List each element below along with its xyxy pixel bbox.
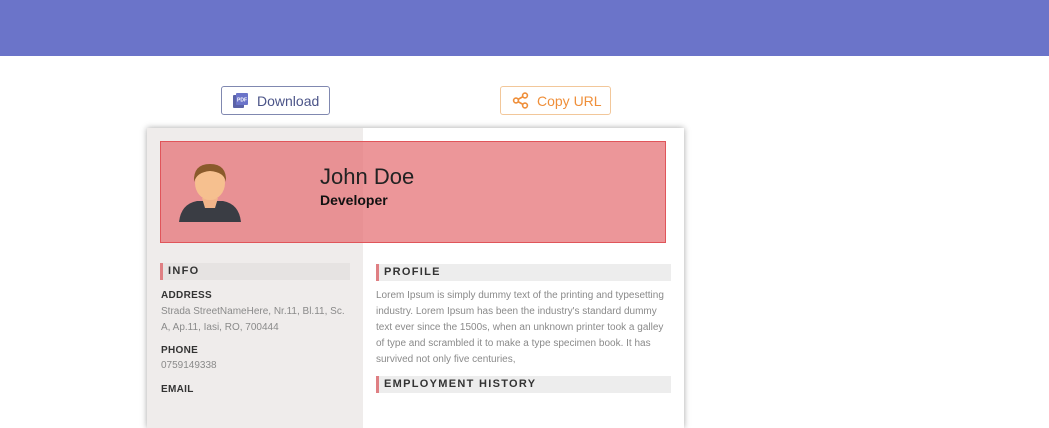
phone-label: PHONE [161,345,199,356]
copy-url-label: Copy URL [537,92,602,109]
resume-role: Developer [320,192,388,208]
profile-text: Lorem Ipsum is simply dummy text of the … [376,290,664,365]
download-label: Download [257,92,320,109]
resume-header: John Doe Developer [160,141,666,243]
resume-preview: John Doe Developer INFO ADDRESS Strada S… [147,128,684,428]
pdf-icon: PDF [232,92,249,109]
resume-name: John Doe [320,164,415,189]
share-icon [512,92,529,109]
address-label: ADDRESS [161,290,212,301]
phone-value: 0759149338 [161,360,217,371]
address-value: Strada StreetNameHere, Nr.11, Bl.11, Sc.… [161,306,345,333]
info-section-title: INFO [160,263,350,280]
profile-section-title: PROFILE [376,264,671,281]
download-button[interactable]: PDF Download [221,86,330,115]
email-label: EMAIL [161,384,194,395]
employment-section-title: EMPLOYMENT HISTORY [376,376,671,393]
top-app-bar [0,0,1049,56]
svg-text:PDF: PDF [237,98,247,104]
user-avatar-icon [177,158,243,224]
copy-url-button[interactable]: Copy URL [500,86,611,115]
